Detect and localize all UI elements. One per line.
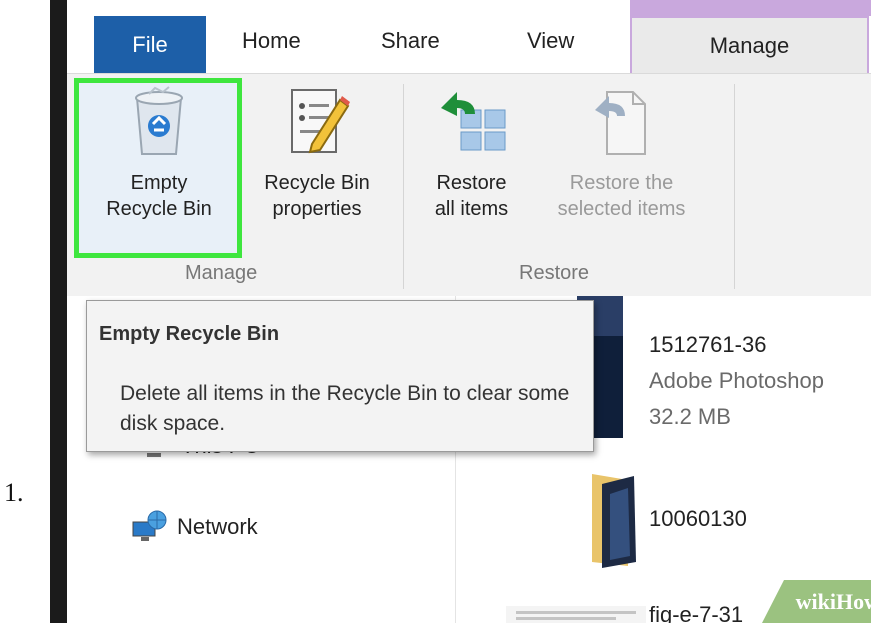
ribbon: Empty Recycle Bin Recycle Bin properties… bbox=[67, 73, 871, 297]
restore-group-label: Restore bbox=[519, 262, 590, 284]
manage-context-strip bbox=[630, 0, 871, 16]
tab-view[interactable]: View bbox=[527, 28, 574, 54]
tooltip-title: Empty Recycle Bin bbox=[99, 323, 280, 345]
group-divider bbox=[734, 84, 735, 289]
folder-icon bbox=[592, 474, 636, 568]
file-thumbnail-icon bbox=[506, 606, 646, 623]
restore-all-items-button[interactable]: Restore all items bbox=[409, 84, 534, 222]
file-explorer-window: File Home Share View Manage Empty Recycl… bbox=[67, 0, 871, 623]
restore-all-icon bbox=[440, 92, 505, 151]
watermark-text: wikiHow bbox=[795, 588, 871, 614]
group-divider bbox=[403, 84, 404, 289]
restore-selected-icon bbox=[594, 91, 646, 155]
tab-home[interactable]: Home bbox=[242, 28, 301, 54]
network-icon bbox=[132, 510, 167, 541]
properties-icon bbox=[291, 89, 350, 154]
restore-selected-items-button[interactable]: Restore the selected items bbox=[529, 84, 714, 222]
nav-item-network[interactable]: Network bbox=[129, 510, 258, 544]
manage-group-label: Manage bbox=[185, 262, 258, 284]
empty-recycle-bin-tooltip: Empty Recycle Bin Delete all items in th… bbox=[86, 300, 594, 452]
tab-share[interactable]: Share bbox=[381, 28, 440, 54]
recycle-bin-icon bbox=[135, 86, 183, 155]
step-number: 1. bbox=[4, 478, 24, 507]
empty-recycle-bin-button[interactable]: Empty Recycle Bin bbox=[79, 84, 239, 222]
explorer-screenshot: File Home Share View Manage Empty Recycl… bbox=[50, 0, 871, 623]
ribbon-tabs: File Home Share View Manage bbox=[67, 0, 871, 73]
window-edge bbox=[50, 0, 67, 623]
recycle-bin-properties-button[interactable]: Recycle Bin properties bbox=[242, 84, 392, 222]
tab-manage[interactable]: Manage bbox=[630, 16, 869, 73]
tab-file[interactable]: File bbox=[94, 16, 206, 73]
tooltip-body: Delete all items in the Recycle Bin to c… bbox=[120, 382, 570, 435]
